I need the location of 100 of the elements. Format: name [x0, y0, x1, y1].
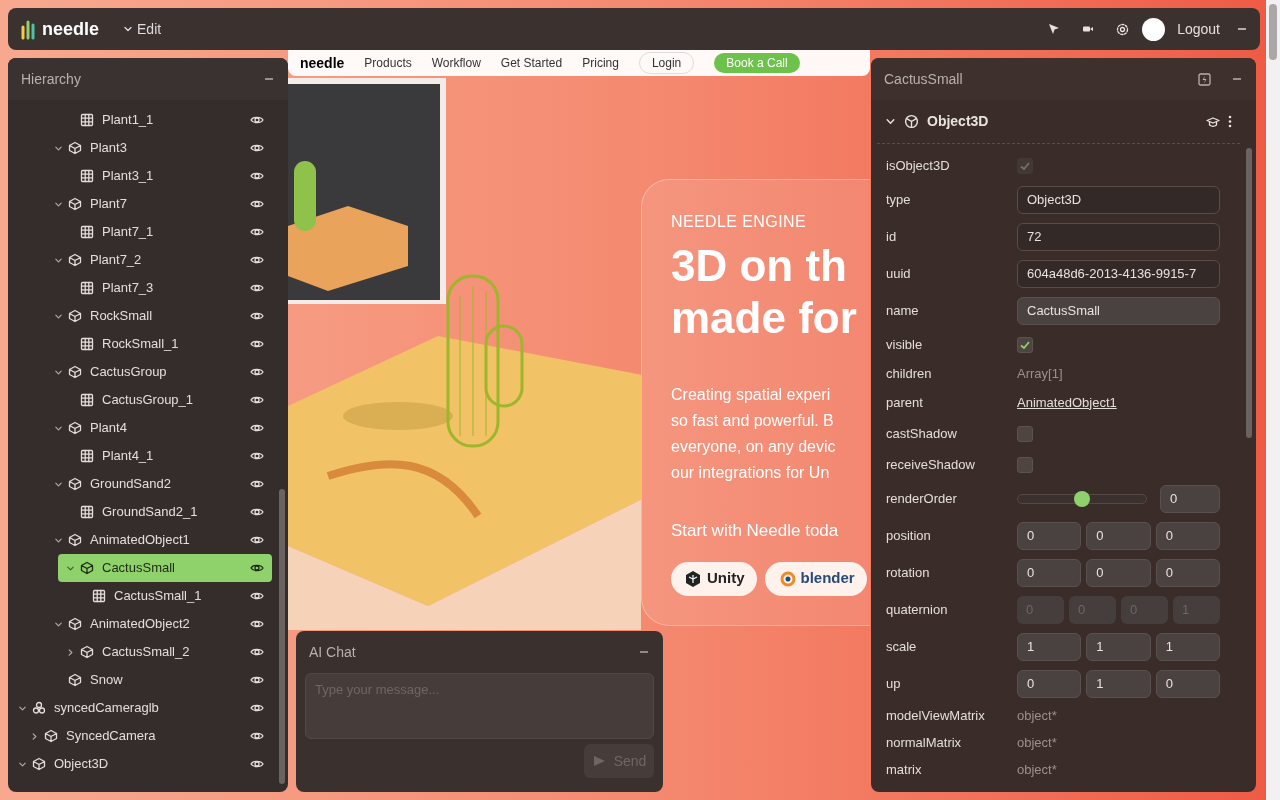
text-field[interactable]: CactusSmall — [1017, 296, 1220, 325]
tree-item[interactable]: GroundSand2 — [46, 470, 272, 498]
property-label: type — [885, 190, 912, 209]
nav-link[interactable]: Get Started — [500, 54, 563, 72]
tree-item[interactable]: Plant7_2 — [46, 246, 272, 274]
component-title: Object3D — [927, 112, 990, 131]
nav-link[interactable]: Products — [364, 54, 412, 72]
number-field[interactable]: 0 — [1155, 669, 1220, 698]
item-label: CactusSmall_2 — [102, 643, 191, 662]
tree-item[interactable]: Plant1_1 — [58, 106, 272, 134]
checkbox[interactable] — [1017, 425, 1033, 442]
property-label: position — [885, 526, 932, 545]
number-field[interactable]: 0 — [1017, 558, 1082, 587]
tree-item[interactable]: Plant4 — [46, 414, 272, 442]
grid-icon — [80, 337, 94, 351]
text-field[interactable]: 604a48d6-2013-4136-9915-7 — [1017, 259, 1220, 288]
tree-item[interactable]: Plant7_3 — [58, 274, 272, 302]
number-field[interactable]: 0 — [1017, 521, 1082, 550]
number-field[interactable]: 0 — [1086, 521, 1151, 550]
text-field[interactable]: 72 — [1017, 222, 1220, 251]
cube-icon — [68, 533, 82, 547]
item-label: Plant4_1 — [102, 447, 155, 466]
needle-logo-icon — [20, 18, 38, 40]
item-label: Plant7_3 — [102, 279, 155, 298]
tree-item[interactable]: Plant4_1 — [58, 442, 272, 470]
tree-item[interactable]: SyncedCamera — [22, 722, 272, 750]
property-label: visible — [885, 335, 924, 354]
slider[interactable] — [1017, 493, 1147, 504]
unity-button[interactable]: Unity — [671, 561, 757, 596]
graduation-cap-icon[interactable] — [1206, 115, 1220, 128]
slider-thumb[interactable] — [1074, 490, 1090, 507]
item-label: Snow — [90, 671, 124, 690]
grid-icon — [80, 449, 94, 463]
item-label: RockSmall — [90, 307, 154, 326]
lightning-icon[interactable] — [1198, 72, 1211, 86]
item-label: SyncedCamera — [66, 727, 157, 746]
chevron-right-icon[interactable] — [66, 647, 75, 657]
property-label: normalMatrix — [885, 733, 963, 752]
nav-link[interactable]: Workflow — [431, 54, 481, 72]
component-header[interactable]: Object3D — [877, 100, 1240, 144]
text-field[interactable]: Object3D — [1017, 185, 1220, 214]
tree-item[interactable]: AnimatedObject2 — [46, 610, 272, 638]
tree-item[interactable]: GroundSand2_1 — [58, 498, 272, 526]
cube-logo-icon — [683, 568, 703, 589]
more-icon[interactable] — [1228, 115, 1232, 128]
tree-item[interactable]: RockSmall — [46, 302, 272, 330]
cube-icon — [68, 421, 82, 435]
grid-icon — [80, 225, 94, 239]
item-label: Plant3_1 — [102, 167, 155, 186]
number-field[interactable]: 0 — [1155, 558, 1220, 587]
property-label: modelViewMatrix — [885, 706, 986, 725]
tree-item[interactable]: Plant3 — [46, 134, 272, 162]
settings-icon[interactable] — [1115, 21, 1131, 37]
tree-item[interactable]: Snow — [46, 666, 272, 694]
tree-item[interactable]: Plant7 — [46, 190, 272, 218]
number-field[interactable]: 1 — [1086, 669, 1151, 698]
tree-item[interactable]: Plant7_1 — [58, 218, 272, 246]
cube-icon — [68, 365, 82, 379]
avatar[interactable] — [1142, 17, 1166, 41]
item-label: GroundSand2 — [90, 475, 172, 494]
edit-menu[interactable]: Edit — [123, 18, 162, 40]
chevron-right-icon[interactable] — [30, 731, 39, 741]
property-label: parent — [885, 393, 924, 412]
grid-icon — [80, 169, 94, 183]
number-field[interactable]: 0 — [1086, 558, 1151, 587]
number-field[interactable]: 1 — [1155, 632, 1220, 661]
tree-item[interactable]: CactusSmall_2 — [58, 638, 272, 666]
item-label: AnimatedObject2 — [90, 615, 191, 634]
tree-item[interactable]: CactusGroup — [46, 358, 272, 386]
property-label: quaternion — [885, 600, 949, 619]
number-field[interactable]: 1 — [1086, 632, 1151, 661]
object-link[interactable]: AnimatedObject1 — [1017, 392, 1117, 413]
property-label: rotation — [885, 563, 931, 582]
tree-item[interactable]: RockSmall_1 — [58, 330, 272, 358]
number-field[interactable]: 1 — [1017, 632, 1082, 661]
number-field[interactable]: 0 — [1160, 484, 1220, 513]
logout-button[interactable]: Logout — [1177, 18, 1220, 40]
number-field[interactable]: 0 — [1155, 521, 1220, 550]
page-scrollbar[interactable] — [1266, 0, 1280, 800]
tree-item[interactable]: CactusSmall_1 — [70, 582, 272, 610]
item-label: AnimatedObject1 — [90, 531, 191, 550]
number-field[interactable]: 0 — [1017, 669, 1082, 698]
tree-item[interactable]: Plant3_1 — [58, 162, 272, 190]
blender-button[interactable]: blender — [764, 561, 867, 596]
item-label: Plant7_2 — [90, 251, 143, 270]
chevron-down-icon[interactable] — [885, 116, 896, 127]
nav-link[interactable]: Pricing — [582, 54, 619, 72]
checkbox[interactable] — [1017, 456, 1033, 473]
website-logo[interactable]: needle — [300, 52, 345, 74]
checkbox[interactable] — [1017, 336, 1033, 353]
tree-item[interactable]: CactusGroup_1 — [58, 386, 272, 414]
property-label: name — [885, 301, 920, 320]
grid-icon — [80, 113, 94, 127]
tree-item[interactable]: CactusSmall — [58, 554, 272, 582]
property-label: id — [885, 227, 898, 246]
tree-item[interactable]: Object3D — [10, 750, 272, 778]
panel-title: CactusSmall — [884, 69, 964, 89]
property-label: receiveShadow — [885, 455, 976, 474]
tree-item[interactable]: AnimatedObject1 — [46, 526, 272, 554]
tree-item[interactable]: syncedCameraglb — [10, 694, 272, 722]
